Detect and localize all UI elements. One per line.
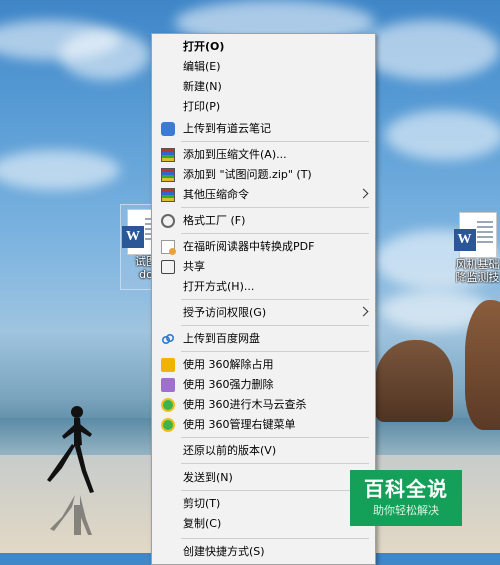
winrar-icon — [161, 148, 175, 162]
menu-item-label: 上传到百度网盘 — [183, 332, 260, 345]
watermark-title: 百科全说 — [364, 477, 448, 501]
menu-item-label: 创建快捷方式(S) — [183, 545, 265, 558]
360-delete-icon — [161, 378, 175, 392]
menu-item-send-to[interactable]: 发送到(N) — [152, 468, 375, 488]
desktop-icon-word-doc-2[interactable]: W 风机基础 降监测技 — [453, 208, 500, 284]
menu-item-label: 在福昕阅读器中转换成PDF — [183, 240, 315, 253]
menu-separator — [181, 490, 369, 491]
runner-silhouette — [47, 406, 94, 493]
360-unlock-icon — [161, 358, 175, 372]
menu-item-label: 其他压缩命令 — [183, 188, 249, 201]
360-manage-icon — [161, 418, 175, 432]
menu-separator — [181, 299, 369, 300]
menu-item-copy[interactable]: 复制(C) — [152, 514, 375, 534]
menu-item-new[interactable]: 新建(N) — [152, 77, 375, 97]
menu-item-label: 授予访问权限(G) — [183, 306, 267, 319]
desktop-icon-label: 降监测技 — [455, 271, 500, 284]
winrar-icon — [161, 168, 175, 182]
rock — [375, 340, 453, 422]
menu-item-add-archive[interactable]: 添加到压缩文件(A)... — [152, 145, 375, 165]
menu-item-other-compress[interactable]: 其他压缩命令 — [152, 185, 375, 205]
watermark-subtitle: 助你轻松解决 — [373, 504, 439, 517]
menu-item-upload-youdao[interactable]: 上传到有道云笔记 — [152, 119, 375, 139]
menu-separator — [181, 325, 369, 326]
menu-item-cut[interactable]: 剪切(T) — [152, 494, 375, 514]
winrar-icon — [161, 188, 175, 202]
menu-item-label: 使用 360进行木马云查杀 — [183, 398, 307, 411]
menu-item-360-delete[interactable]: 使用 360强力删除 — [152, 375, 375, 395]
menu-separator — [181, 463, 369, 464]
menu-item-print[interactable]: 打印(P) — [152, 97, 375, 117]
menu-item-360-manage[interactable]: 使用 360管理右键菜单 — [152, 415, 375, 435]
menu-item-upload-baidu[interactable]: 上传到百度网盘 — [152, 329, 375, 349]
menu-item-label: 发送到(N) — [183, 471, 233, 484]
menu-item-grant-access[interactable]: 授予访问权限(G) — [152, 303, 375, 323]
format-factory-icon — [161, 214, 175, 228]
youdao-note-icon — [161, 122, 175, 136]
menu-item-edit[interactable]: 编辑(E) — [152, 57, 375, 77]
word-document-icon: W — [453, 212, 497, 258]
menu-item-label: 添加到 "试图问题.zip" (T) — [183, 168, 312, 181]
menu-item-label: 添加到压缩文件(A)... — [183, 148, 287, 161]
menu-separator — [181, 437, 369, 438]
menu-separator — [181, 351, 369, 352]
menu-item-label: 打开方式(H)... — [183, 280, 255, 293]
menu-item-label: 剪切(T) — [183, 497, 221, 510]
menu-item-label: 共享 — [183, 260, 205, 273]
menu-item-open[interactable]: 打开(O) — [152, 37, 375, 57]
menu-item-label: 复制(C) — [183, 517, 222, 530]
menu-item-label: 还原以前的版本(V) — [183, 444, 277, 457]
menu-item-label: 格式工厂 (F) — [183, 214, 246, 227]
chevron-right-icon — [358, 306, 369, 317]
menu-item-label: 上传到有道云笔记 — [183, 122, 271, 135]
pdf-icon — [161, 240, 176, 255]
menu-item-add-zip[interactable]: 添加到 "试图问题.zip" (T) — [152, 165, 375, 185]
menu-item-360-scan[interactable]: 使用 360进行木马云查杀 — [152, 395, 375, 415]
menu-item-label: 新建(N) — [183, 80, 222, 93]
menu-item-restore-versions[interactable]: 还原以前的版本(V) — [152, 441, 375, 461]
runner-reflection — [50, 495, 92, 535]
chevron-right-icon — [358, 188, 369, 199]
menu-item-open-with[interactable]: 打开方式(H)... — [152, 277, 375, 297]
menu-item-label: 使用 360解除占用 — [183, 358, 274, 371]
menu-item-create-shortcut[interactable]: 创建快捷方式(S) — [152, 542, 375, 562]
desktop-icon-label: 风机基础 — [455, 258, 500, 271]
share-icon — [161, 260, 175, 274]
menu-item-360-unlock[interactable]: 使用 360解除占用 — [152, 355, 375, 375]
menu-separator — [181, 538, 369, 539]
menu-item-label: 使用 360强力删除 — [183, 378, 274, 391]
rock — [465, 300, 500, 430]
menu-item-label: 使用 360管理右键菜单 — [183, 418, 296, 431]
menu-separator — [181, 233, 369, 234]
baidu-cloud-icon — [161, 333, 175, 345]
menu-item-format-factory[interactable]: 格式工厂 (F) — [152, 211, 375, 231]
menu-separator — [181, 207, 369, 208]
360-scan-icon — [161, 398, 175, 412]
menu-item-label: 打开(O) — [183, 40, 225, 53]
menu-separator — [181, 141, 369, 142]
context-menu: 打开(O) 编辑(E) 新建(N) 打印(P) 上传到有道云笔记 添加到压缩文件… — [151, 33, 376, 565]
menu-item-convert-pdf[interactable]: 在福昕阅读器中转换成PDF — [152, 237, 375, 257]
menu-item-label: 打印(P) — [183, 100, 221, 113]
menu-item-label: 编辑(E) — [183, 60, 221, 73]
menu-item-share[interactable]: 共享 — [152, 257, 375, 277]
watermark-logo: 百科全说 助你轻松解决 — [350, 470, 462, 526]
